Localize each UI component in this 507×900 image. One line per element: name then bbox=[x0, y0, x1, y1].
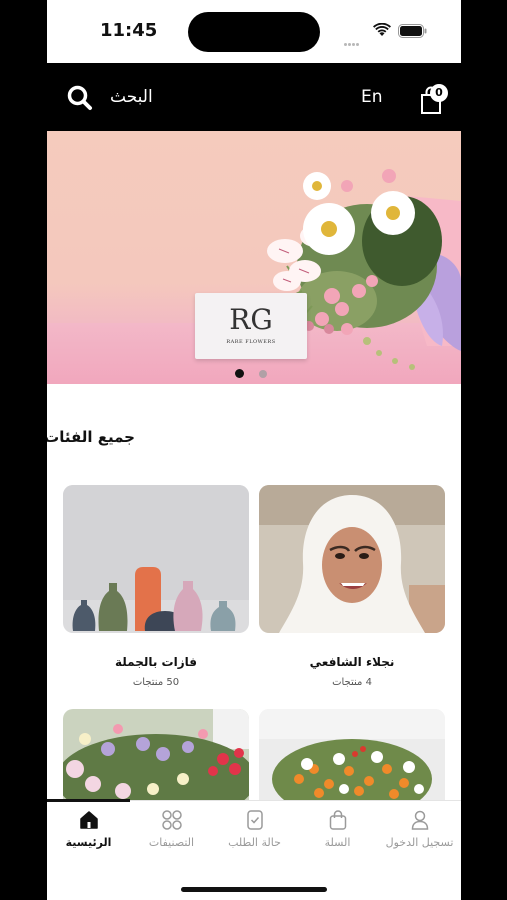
category-card[interactable]: فازات بالجملة 50 منتجات bbox=[63, 485, 249, 688]
active-tab-indicator bbox=[47, 799, 130, 802]
home-indicator[interactable] bbox=[181, 887, 327, 892]
category-card[interactable] bbox=[63, 709, 249, 801]
shopping-bag-icon bbox=[329, 810, 346, 830]
cart-button[interactable]: 0 bbox=[419, 83, 453, 115]
brand-card: RG RARE FLOWERS bbox=[195, 293, 307, 359]
carousel-dot[interactable] bbox=[259, 369, 267, 378]
tab-label: حالة الطلب bbox=[228, 836, 281, 849]
tab-label: السلة bbox=[324, 836, 351, 849]
tab-cart[interactable]: السلة bbox=[296, 809, 379, 849]
category-card[interactable]: نجلاء الشافعي 4 منتجات bbox=[259, 485, 445, 688]
flower-shop-photo bbox=[63, 709, 249, 801]
battery-icon bbox=[398, 24, 427, 38]
status-bar: 11:45 bbox=[47, 0, 461, 63]
home-icon bbox=[79, 811, 98, 829]
person-icon bbox=[411, 810, 428, 830]
carousel-pagination bbox=[235, 363, 282, 378]
grid-icon bbox=[161, 810, 182, 830]
portrait-photo bbox=[259, 485, 445, 633]
status-time: 11:45 bbox=[100, 20, 158, 41]
category-image bbox=[259, 709, 445, 801]
tab-order-status[interactable]: حالة الطلب bbox=[213, 809, 296, 849]
tab-home[interactable]: الرئيسية bbox=[47, 809, 130, 849]
cart-count-badge: 0 bbox=[430, 84, 448, 102]
tab-label: التصنيفات bbox=[148, 836, 195, 849]
phone-screen: 11:45 البحث En 0 RG RARE FLOWERS جميع ال… bbox=[47, 0, 461, 900]
flower-arrangement-photo bbox=[259, 709, 445, 801]
category-name: نجلاء الشافعي bbox=[309, 655, 395, 669]
section-title: جميع الفئات bbox=[47, 428, 135, 446]
category-image bbox=[63, 485, 249, 633]
app-header: البحث En 0 bbox=[47, 63, 461, 131]
tab-categories[interactable]: التصنيفات bbox=[130, 809, 213, 849]
dynamic-island bbox=[188, 12, 320, 52]
bottom-tab-bar: الرئيسية التصنيفات حالة الطلب السلة تسجي… bbox=[47, 799, 461, 900]
category-name: فازات بالجملة bbox=[114, 655, 197, 669]
wifi-icon bbox=[373, 23, 391, 36]
tab-label: الرئيسية bbox=[65, 836, 112, 849]
search-icon[interactable] bbox=[65, 83, 95, 113]
cellular-signal-icon bbox=[344, 31, 366, 46]
category-image bbox=[259, 485, 445, 633]
vases-photo bbox=[63, 485, 249, 633]
category-card[interactable] bbox=[259, 709, 445, 801]
carousel-dot-active[interactable] bbox=[235, 369, 244, 378]
order-status-icon bbox=[246, 810, 263, 830]
category-product-count: 50 منتجات bbox=[132, 677, 180, 688]
hero-banner[interactable]: RG RARE FLOWERS bbox=[47, 131, 461, 384]
category-image bbox=[63, 709, 249, 801]
language-toggle-button[interactable]: En bbox=[361, 87, 383, 107]
brand-tagline: RARE FLOWERS bbox=[226, 339, 276, 345]
brand-logo: RG bbox=[229, 303, 273, 336]
tab-label: تسجيل الدخول bbox=[385, 836, 454, 849]
category-product-count: 4 منتجات bbox=[332, 677, 372, 688]
search-label[interactable]: البحث bbox=[110, 87, 153, 107]
tab-login[interactable]: تسجيل الدخول bbox=[378, 809, 461, 849]
